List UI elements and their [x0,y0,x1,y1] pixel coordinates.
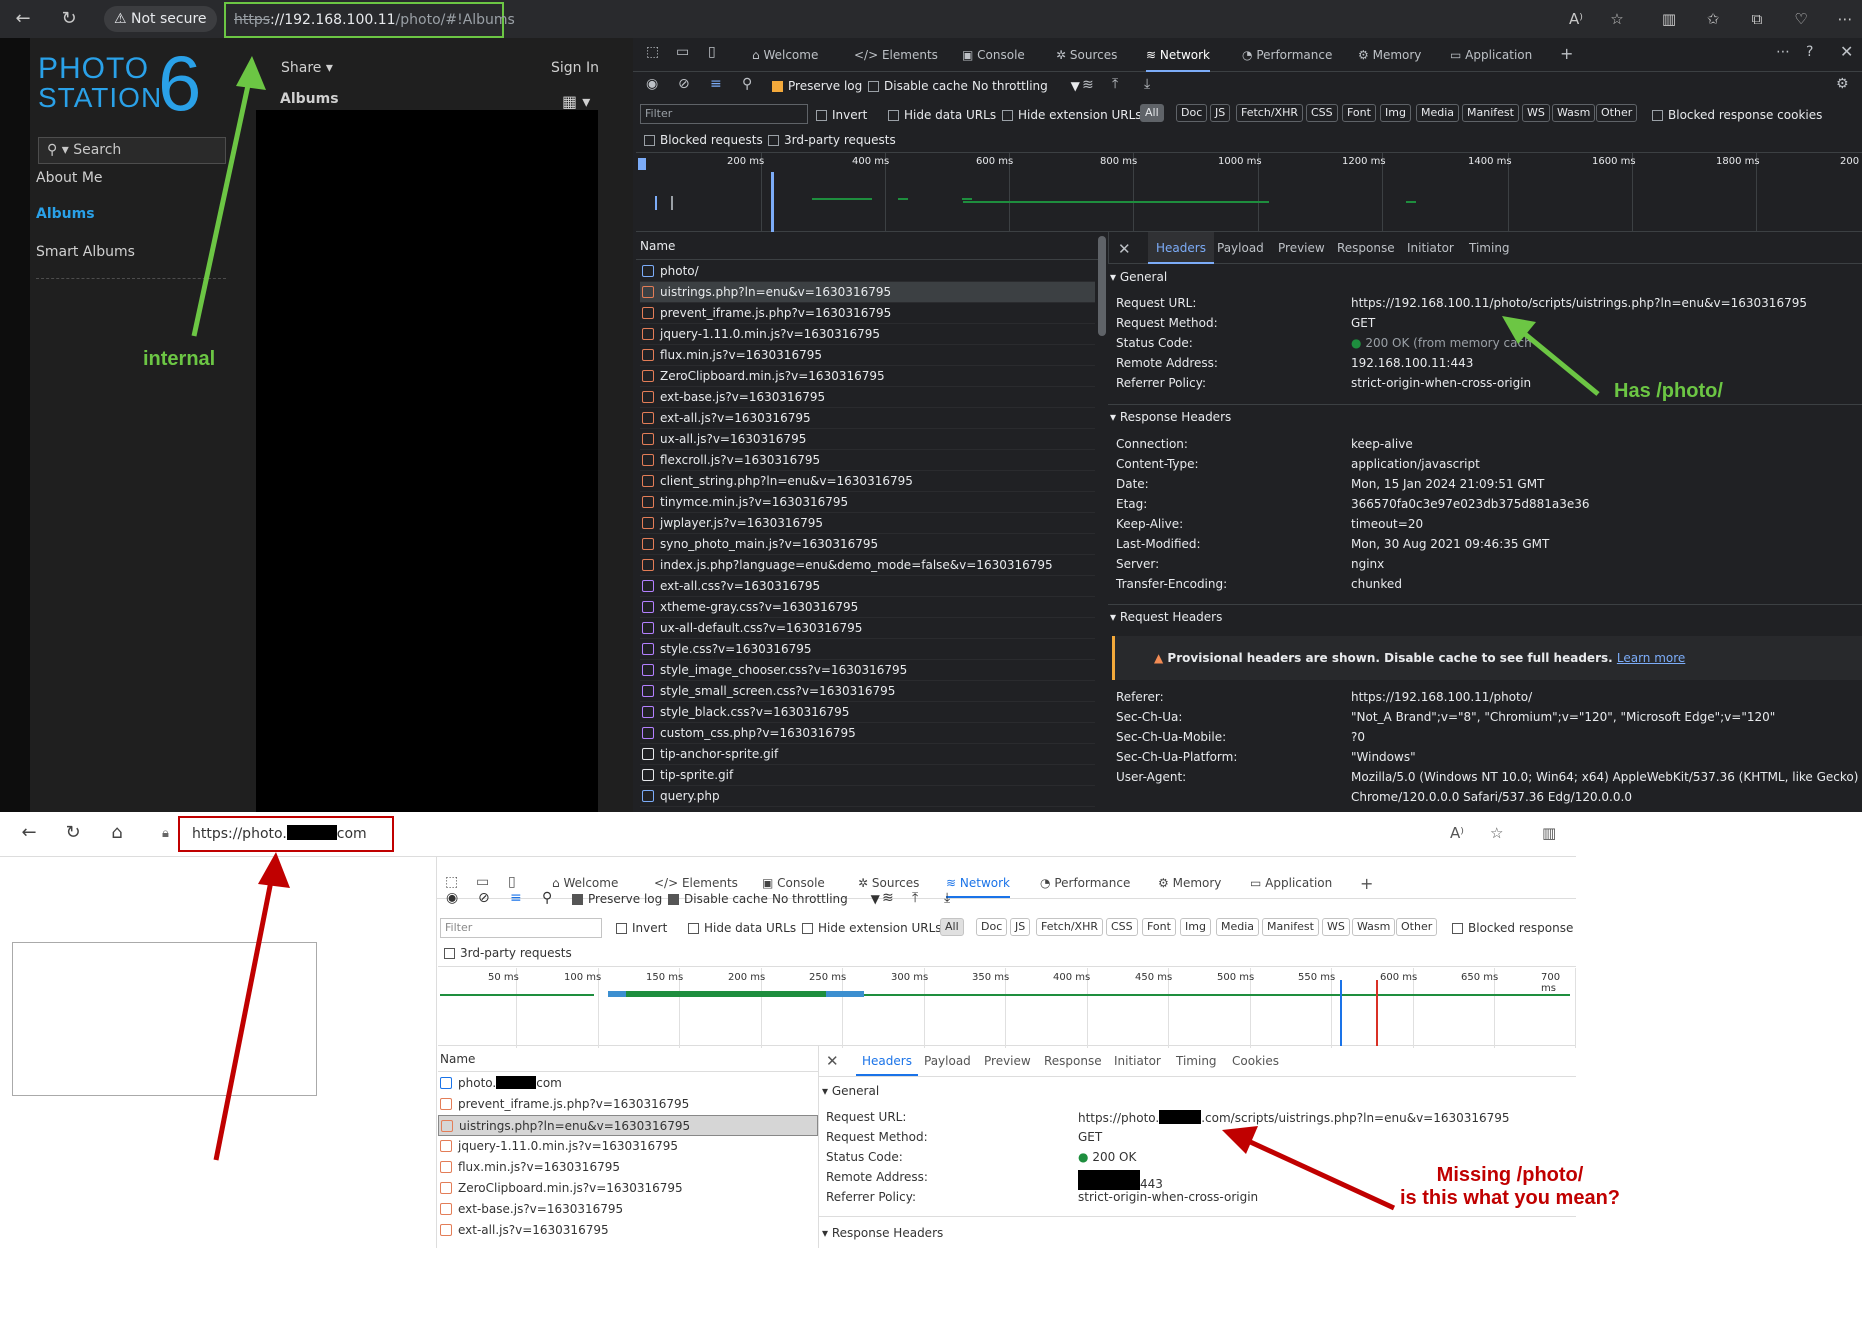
arrow-head [258,852,290,888]
arrow-line [1244,1137,1396,1211]
arrow-line [213,875,275,1161]
arrow-head [1222,1126,1258,1154]
red-arrows [213,852,1396,1211]
